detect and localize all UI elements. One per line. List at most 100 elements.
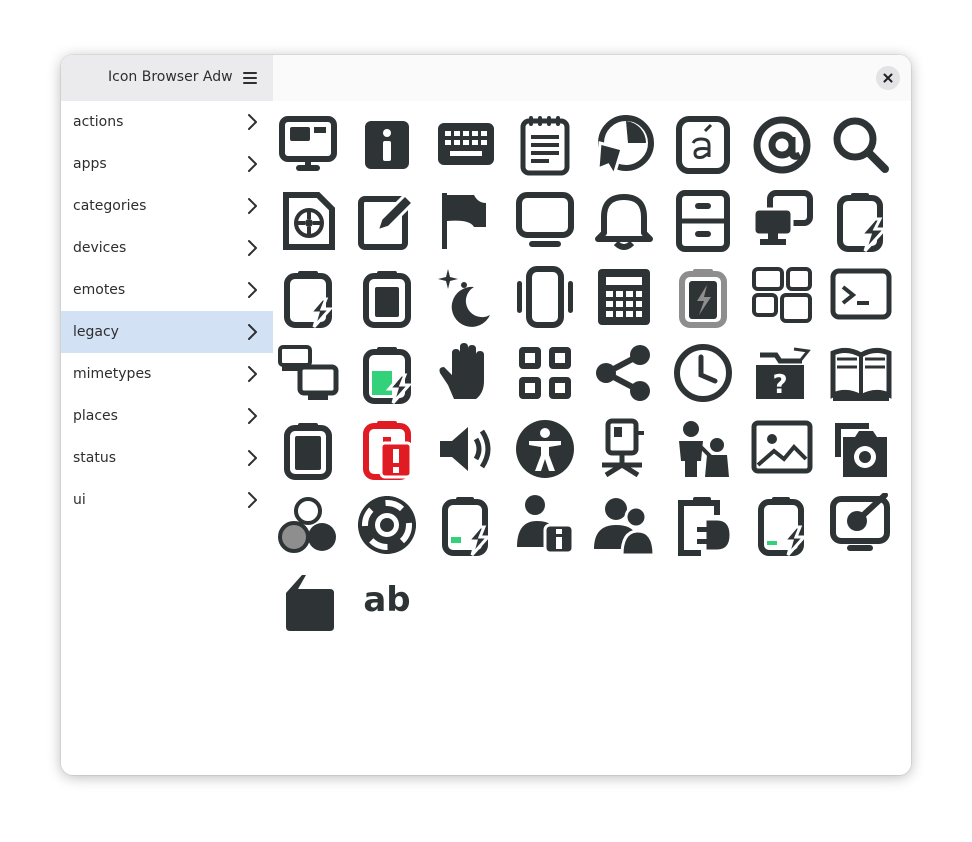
app-title: Icon Browser Adw — [108, 69, 233, 85]
icon-cell-lifebuoy-help-icon[interactable] — [355, 493, 419, 557]
icon-cell-battery-charging-icon[interactable] — [829, 189, 893, 253]
icon-cell-search-icon[interactable] — [829, 113, 893, 177]
icon-cell-web-browser-icon[interactable] — [592, 113, 656, 177]
sidebar-item-legacy[interactable]: legacy — [61, 311, 273, 353]
icon-cell-keyboard-icon[interactable] — [434, 113, 498, 177]
icon-cell-battery-charging-gray-icon[interactable] — [671, 265, 735, 329]
users-group-icon — [594, 498, 656, 557]
terminal-icon — [830, 268, 892, 320]
parent-child-icon — [679, 421, 729, 477]
battery-low-charging-icon — [442, 497, 492, 556]
battery-full-icon — [284, 423, 332, 480]
preferences-desktop-icon — [279, 116, 337, 171]
sidebar-item-places[interactable]: places — [61, 395, 273, 437]
icon-cell-computer-icon[interactable] — [513, 189, 577, 253]
search-icon — [833, 117, 889, 173]
share-icon — [596, 345, 650, 401]
icon-cell-user-info-icon[interactable] — [513, 493, 577, 557]
icon-cell-network-computers-icon[interactable] — [750, 189, 814, 253]
icon-cell-accessibility-icon[interactable] — [513, 417, 577, 481]
battery-good-charging-icon — [363, 347, 413, 404]
icon-cell-window-tiles-icon[interactable] — [750, 265, 814, 329]
icon-cell-share-icon[interactable] — [592, 341, 656, 405]
window-tiles-icon — [752, 267, 812, 323]
icon-cell-color-circles-icon[interactable] — [276, 493, 340, 557]
icon-cell-ac-adapter-icon[interactable] — [671, 493, 735, 557]
chevron-right-icon — [248, 450, 257, 466]
file-cabinet-icon — [676, 190, 730, 252]
dialog-information-icon — [365, 121, 409, 169]
icon-cell-phone-vibrate-icon[interactable] — [513, 265, 577, 329]
icon-cell-dialog-information-icon[interactable] — [355, 113, 419, 177]
speaker-volume-icon — [440, 427, 491, 471]
icon-cell-book-icon[interactable] — [829, 341, 893, 405]
sidebar-item-categories[interactable]: categories — [61, 185, 273, 227]
icon-cell-speaker-volume-icon[interactable] — [434, 417, 498, 481]
calculator-icon — [598, 269, 650, 325]
icon-cell-battery-good-charging-icon[interactable] — [355, 341, 419, 405]
ac-adapter-icon — [678, 497, 733, 556]
icon-cell-image-icon[interactable] — [750, 417, 814, 481]
icon-cell-flag-icon[interactable] — [434, 189, 498, 253]
icon-cell-battery-caution-charging-icon[interactable] — [750, 493, 814, 557]
icon-cell-camera-photo-icon[interactable] — [829, 417, 893, 481]
icon-cell-calculator-icon[interactable] — [592, 265, 656, 329]
icon-content: ? ab — [273, 55, 911, 775]
icon-cell-battery-charging-icon[interactable] — [276, 265, 340, 329]
chevron-right-icon — [248, 366, 257, 382]
icon-cell-camera-tripod-icon[interactable] — [592, 417, 656, 481]
icon-cell-text-document-icon[interactable] — [513, 113, 577, 177]
close-button[interactable] — [876, 66, 900, 90]
icon-cell-night-mode-icon[interactable] — [434, 265, 498, 329]
icon-cell-apps-grid-icon[interactable] — [513, 341, 577, 405]
icon-cell-folder-unknown-icon[interactable]: ? — [750, 341, 814, 405]
icon-cell-battery-full-icon[interactable] — [276, 417, 340, 481]
icon-cell-hand-stop-icon[interactable] — [434, 341, 498, 405]
icon-cell-media-optical-icon[interactable] — [276, 189, 340, 253]
icon-cell-parent-child-icon[interactable] — [671, 417, 735, 481]
icon-cell-edit-document-icon[interactable] — [355, 189, 419, 253]
camera-photo-icon — [835, 423, 887, 477]
icon-cell-battery-full-icon[interactable] — [355, 265, 419, 329]
icon-cell-display-settings-icon[interactable] — [829, 493, 893, 557]
image-icon — [751, 420, 813, 474]
sidebar-item-label: status — [73, 450, 117, 466]
icon-cell-users-group-icon[interactable] — [592, 493, 656, 557]
battery-caution-charging-icon — [758, 497, 808, 556]
icon-cell-font-icon[interactable] — [671, 113, 735, 177]
icon-cell-font-ab-icon[interactable]: ab — [355, 569, 419, 633]
svg-text:?: ? — [772, 370, 787, 400]
network-computers-icon — [752, 190, 813, 245]
hand-stop-icon — [439, 343, 484, 399]
icon-cell-battery-caution-icon[interactable] — [355, 417, 419, 481]
sidebar-item-label: devices — [73, 240, 127, 256]
icon-cell-clock-icon[interactable] — [671, 341, 735, 405]
icon-cell-mail-at-icon[interactable] — [750, 113, 814, 177]
icon-cell-sd-card-icon[interactable] — [276, 569, 340, 633]
icon-cell-file-cabinet-icon[interactable] — [671, 189, 735, 253]
icon-cell-display-projector-icon[interactable] — [276, 341, 340, 405]
icon-cell-battery-low-charging-icon[interactable] — [434, 493, 498, 557]
icon-cell-terminal-icon[interactable] — [829, 265, 893, 329]
main-menu-button[interactable] — [236, 64, 264, 92]
sidebar-item-status[interactable]: status — [61, 437, 273, 479]
sidebar-item-label: mimetypes — [73, 366, 152, 382]
camera-tripod-icon — [602, 418, 644, 478]
sidebar-item-emotes[interactable]: emotes — [61, 269, 273, 311]
clock-icon — [674, 344, 732, 402]
hamburger-menu-icon — [243, 72, 257, 84]
book-icon — [830, 347, 892, 401]
icon-cell-preferences-desktop-icon[interactable] — [276, 113, 340, 177]
sidebar-item-apps[interactable]: apps — [61, 143, 273, 185]
display-projector-icon — [278, 345, 339, 400]
sidebar-item-label: legacy — [73, 324, 119, 340]
sidebar-item-ui[interactable]: ui — [61, 479, 273, 521]
chevron-right-icon — [248, 408, 257, 424]
sidebar-item-mimetypes[interactable]: mimetypes — [61, 353, 273, 395]
user-info-icon — [517, 495, 575, 555]
night-mode-icon — [438, 269, 490, 327]
icon-cell-bell-notification-icon[interactable] — [592, 189, 656, 253]
sidebar-item-devices[interactable]: devices — [61, 227, 273, 269]
sidebar-item-actions[interactable]: actions — [61, 101, 273, 143]
sidebar-item-label: places — [73, 408, 118, 424]
